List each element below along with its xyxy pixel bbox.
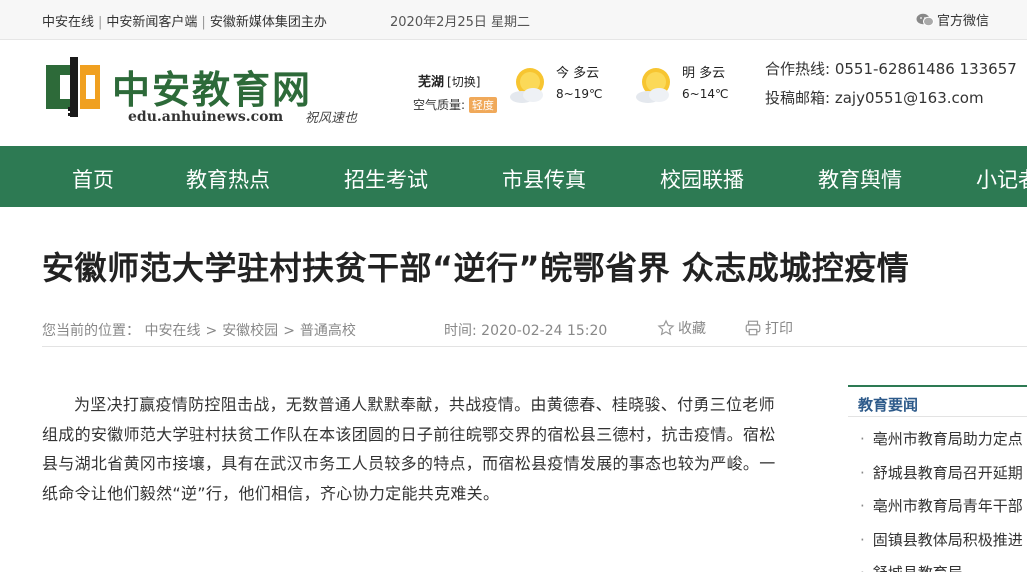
site-logo-text[interactable]: 中安教育网 bbox=[112, 59, 312, 114]
air-quality-label: 空气质量: bbox=[413, 98, 466, 112]
breadcrumb-separator: > bbox=[283, 323, 295, 339]
hotline: 合作热线: 0551-62861486 133657 bbox=[765, 55, 1017, 84]
top-link-anhuinews[interactable]: 中安在线 bbox=[42, 15, 94, 30]
logo-signature: 祝风速也 bbox=[305, 111, 358, 126]
weather-city: 芜湖 [切换] bbox=[418, 71, 480, 90]
sidebar-heading-text[interactable]: 教育要闻 bbox=[858, 394, 918, 415]
article-paragraph: 为坚决打赢疫情防控阻击战，无数普通人默默奉献，共战疫情。由黄德春、桂晓骏、付勇三… bbox=[42, 395, 776, 503]
nav-item-county[interactable]: 市县传真 bbox=[502, 164, 586, 194]
list-item[interactable]: · 亳州市教育局青年干部 bbox=[860, 495, 1027, 529]
separator: | bbox=[201, 15, 206, 30]
weather-today-temp: 8~19℃ bbox=[556, 87, 603, 101]
sidebar-news-list: · 亳州市教育局助力定点 · 舒城县教育局召开延期 · 亳州市教育局青年干部 · 固镇县… bbox=[860, 428, 1027, 572]
list-item-text: 舒城县教育局 bbox=[873, 564, 963, 572]
meta-divider bbox=[42, 346, 1027, 347]
print-button[interactable]: 打印 bbox=[744, 318, 793, 338]
print-label: 打印 bbox=[765, 321, 793, 337]
wechat-link[interactable]: 官方微信 bbox=[916, 10, 989, 29]
breadcrumb-label: 您当前的位置： bbox=[42, 323, 140, 339]
list-item-text: 舒城县教育局召开延期 bbox=[872, 463, 1023, 482]
list-item[interactable]: · 舒城县教育局 bbox=[860, 562, 1027, 572]
breadcrumb-separator: > bbox=[205, 323, 218, 339]
favorite-label: 收藏 bbox=[678, 321, 706, 337]
top-links: 中安在线 | 中安新闻客户端 | 安徽新媒体集团主办 bbox=[42, 11, 327, 30]
city-name: 芜湖 bbox=[418, 75, 445, 90]
site-header: 中安教育网 edu.anhuinews.com 祝风速也 芜湖 [切换] 空气质量… bbox=[0, 41, 1027, 146]
weather-today-desc: 今 多云 bbox=[556, 66, 600, 81]
weather-tomorrow-desc: 明 多云 bbox=[682, 66, 726, 81]
nav-item-campus[interactable]: 校园联播 bbox=[660, 164, 744, 194]
bullet: · bbox=[860, 497, 865, 515]
weather-today: 今 多云 8~19℃ bbox=[506, 65, 602, 105]
list-item[interactable]: · 舒城县教育局召开延期 bbox=[860, 462, 1027, 496]
bullet: · bbox=[860, 430, 865, 448]
sun-cloud-icon bbox=[636, 68, 670, 103]
nav-item-reporter[interactable]: 小记者 bbox=[976, 164, 1027, 194]
nav-item-opinion[interactable]: 教育舆情 bbox=[818, 164, 902, 194]
breadcrumb-item-university[interactable]: 普通高校 bbox=[300, 323, 356, 339]
publish-time: 时间: 2020-02-24 15:20 bbox=[444, 320, 607, 340]
favorite-button[interactable]: 收藏 bbox=[657, 318, 706, 338]
top-host-text: 安徽新媒体集团主办 bbox=[209, 15, 327, 30]
main-nav: 首页 教育热点 招生考试 市县传真 校园联播 教育舆情 小记者 bbox=[0, 146, 1027, 207]
contact-info: 合作热线: 0551-62861486 133657 投稿邮箱: zajy055… bbox=[765, 55, 1017, 113]
sun-cloud-icon bbox=[510, 68, 544, 103]
wechat-label: 官方微信 bbox=[937, 14, 990, 29]
sidebar-heading: 教育要闻 bbox=[848, 385, 1027, 417]
email-value[interactable]: zajy0551@163.com bbox=[835, 89, 984, 107]
site-logo-icon[interactable] bbox=[46, 57, 102, 117]
air-quality-badge: 轻度 bbox=[468, 97, 497, 113]
bullet: · bbox=[860, 530, 865, 549]
weather-tomorrow-temp: 6~14℃ bbox=[682, 87, 729, 101]
publish-time-label: 时间: bbox=[444, 323, 477, 339]
list-item-text: 亳州市教育局青年干部 bbox=[872, 497, 1023, 515]
weather-tomorrow: 明 多云 6~14℃ bbox=[632, 65, 728, 105]
current-date: 2020年2月25日 星期二 bbox=[390, 15, 531, 30]
nav-item-exam[interactable]: 招生考试 bbox=[344, 164, 428, 194]
city-switch-link[interactable]: [切换] bbox=[447, 75, 480, 89]
hotline-label: 合作热线: bbox=[765, 60, 831, 78]
nav-item-hot[interactable]: 教育热点 bbox=[186, 164, 270, 194]
star-icon bbox=[657, 319, 675, 336]
top-bar: 中安在线 | 中安新闻客户端 | 安徽新媒体集团主办 2020年2月25日 星期二 官方… bbox=[0, 0, 1027, 40]
list-item[interactable]: · 亳州市教育局助力定点 bbox=[860, 428, 1027, 462]
separator: | bbox=[98, 15, 103, 30]
top-link-app[interactable]: 中安新闻客户端 bbox=[106, 15, 197, 30]
printer-icon bbox=[745, 320, 761, 336]
article-title: 安徽师范大学驻村扶贫干部“逆行”皖鄂省界 众志成城控疫情 bbox=[42, 249, 910, 287]
list-item-text: 固镇县教体局积极推进 bbox=[872, 530, 1023, 549]
list-item[interactable]: · 固镇县教体局积极推进 bbox=[860, 529, 1027, 563]
hotline-value: 0551-62861486 133657 bbox=[834, 60, 1017, 78]
submission-email: 投稿邮箱: zajy0551@163.com bbox=[765, 84, 1017, 113]
bullet: · bbox=[860, 463, 865, 482]
nav-item-home[interactable]: 首页 bbox=[72, 164, 114, 194]
list-item-text: 亳州市教育局助力定点 bbox=[872, 430, 1023, 448]
breadcrumb-item-campus[interactable]: 安徽校园 bbox=[222, 323, 278, 339]
site-logo-url: edu.anhuinews.com bbox=[128, 109, 284, 125]
bullet: · bbox=[860, 564, 865, 572]
wechat-icon bbox=[916, 13, 934, 26]
publish-time-value: 2020-02-24 15:20 bbox=[481, 323, 608, 339]
air-quality: 空气质量: 轻度 bbox=[413, 96, 497, 113]
email-label: 投稿邮箱: bbox=[765, 89, 831, 107]
breadcrumb-item-anhuinews[interactable]: 中安在线 bbox=[144, 323, 200, 339]
breadcrumb: 您当前的位置： 中安在线 > 安徽校园 > 普通高校 bbox=[42, 320, 356, 340]
